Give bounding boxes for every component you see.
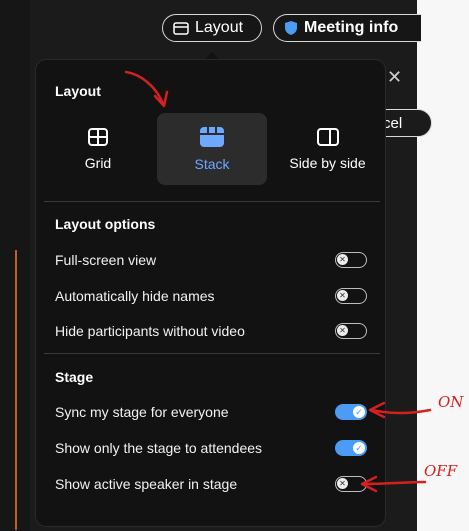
- annotation-arrows: [124, 70, 432, 493]
- annotation-on-label: ON: [438, 393, 464, 411]
- annotation-off-label: OFF: [424, 462, 458, 480]
